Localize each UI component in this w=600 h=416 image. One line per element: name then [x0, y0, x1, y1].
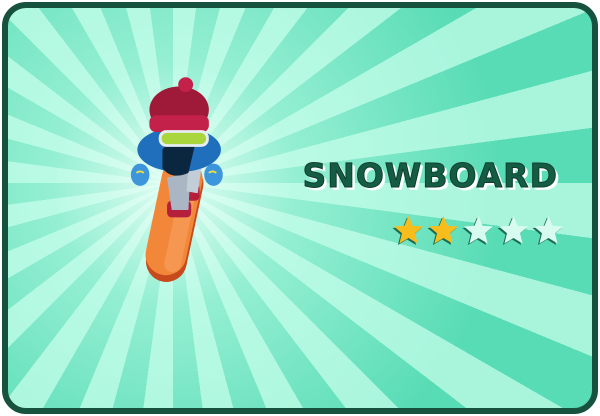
- star-filled-icon: [427, 216, 458, 245]
- star-empty-icon: [497, 216, 528, 245]
- star-empty-icon: [462, 216, 493, 245]
- star-empty-icon: [532, 216, 563, 245]
- star-rating: [392, 214, 565, 247]
- game-title: SNOWBOARD: [302, 156, 558, 196]
- star-filled-icon: [392, 216, 423, 245]
- snowboarder-illustration: [130, 77, 223, 282]
- game-card[interactable]: SNOWBOARD: [2, 2, 598, 414]
